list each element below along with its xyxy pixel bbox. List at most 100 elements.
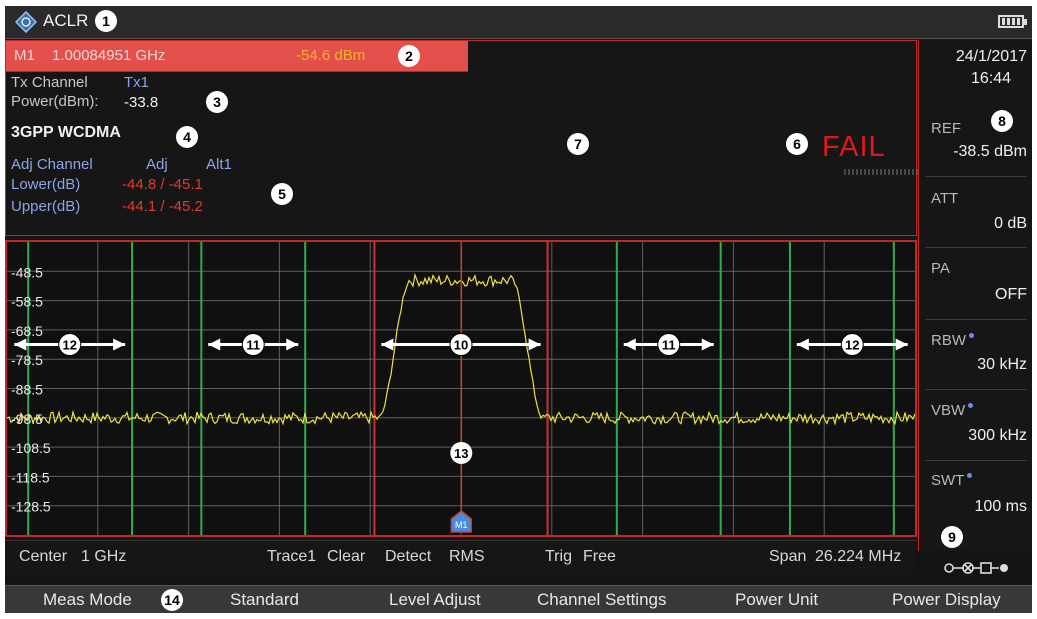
softkey-channel-settings[interactable]: Channel Settings <box>537 590 666 610</box>
callout-14: 14 <box>161 589 183 611</box>
softkey-meas-mode[interactable]: Meas Mode <box>43 590 132 610</box>
spectrum-display[interactable]: M1 -48.5 -58.5 -68.5 -78.5 -88.5 -98.5 -108.5 -1… <box>5 240 917 537</box>
auto-indicator-icon <box>967 473 973 478</box>
y-tick-label: -108.5 <box>11 440 51 456</box>
upper-values: -44.1 / -45.2 <box>122 198 203 215</box>
y-tick-label: -58.5 <box>11 294 43 310</box>
side-divider <box>925 247 1027 248</box>
marker-label: M1 <box>455 520 468 530</box>
arrow-head-right <box>286 338 299 351</box>
callout-3: 3 <box>206 91 228 113</box>
arrow-head-left <box>381 338 394 351</box>
marker-name: M1 <box>14 47 35 64</box>
marker-frequency: 1.00084951 GHz <box>52 47 166 64</box>
softkey-standard[interactable]: Standard <box>230 590 299 610</box>
arrow-head-right <box>528 338 541 351</box>
date: 24/1/2017 <box>955 48 1027 65</box>
callout-number: 11 <box>246 338 260 353</box>
tx-channel-value: Tx1 <box>124 74 150 91</box>
y-tick-label: -98.5 <box>11 411 43 427</box>
app-logo-icon <box>15 11 37 33</box>
callout-number: 10 <box>454 338 468 353</box>
spectrum-plot[interactable]: M1 -48.5 -58.5 -68.5 -78.5 -88.5 -98.5 -108.5 -1… <box>6 242 916 535</box>
trig-value[interactable]: Free <box>583 548 616 566</box>
limit-fail-indicator: FAIL <box>822 131 886 163</box>
time: 16:44 <box>970 70 1011 87</box>
callout-6: 6 <box>786 133 808 155</box>
marker-readout[interactable]: M1 1.00084951 GHz -54.6 dBm 2 <box>6 41 468 72</box>
center-label: Center <box>19 548 68 565</box>
callout-8: 8 <box>991 110 1013 132</box>
span-label: Span <box>769 548 807 565</box>
vbw-label: VBW <box>931 402 966 419</box>
connection-icon <box>944 562 1008 574</box>
y-tick-label: -88.5 <box>11 382 43 398</box>
y-tick-label: -118.5 <box>11 469 50 485</box>
side-divider <box>925 389 1027 390</box>
side-divider <box>925 460 1027 461</box>
arrow-head-left <box>796 338 809 351</box>
arrow-head-right <box>701 338 714 351</box>
app-title: ACLR <box>43 11 89 30</box>
center-value[interactable]: 1 GHz <box>81 548 126 566</box>
rbw-label: RBW <box>931 332 966 349</box>
softkey-level-adjust[interactable]: Level Adjust <box>389 590 481 610</box>
lower-values: -44.8 / -45.1 <box>122 176 203 193</box>
callout-7: 7 <box>567 133 589 155</box>
callout-number: 12 <box>845 338 859 353</box>
arrow-head-left <box>623 338 636 351</box>
callout-4: 4 <box>176 126 198 148</box>
y-tick-label: -128.5 <box>11 499 51 515</box>
swt-value: 100 ms <box>974 498 1027 515</box>
detect-value[interactable]: RMS <box>449 548 485 566</box>
y-tick-label: -68.5 <box>11 323 43 339</box>
arrow-head-left <box>14 338 27 351</box>
pa-value: OFF <box>995 286 1027 303</box>
auto-indicator-icon <box>969 333 974 338</box>
standard-name: 3GPP WCDMA <box>11 124 121 141</box>
ref-label: REF <box>931 120 961 137</box>
y-tick-label: -78.5 <box>11 352 43 368</box>
callout-5: 5 <box>271 183 293 205</box>
trace-mode[interactable]: Clear <box>327 548 365 566</box>
att-label: ATT <box>931 190 959 207</box>
span-value[interactable]: 26.224 MHz <box>815 548 901 566</box>
arrow-head-right <box>895 338 908 351</box>
ref-value: -38.5 dBm <box>953 143 1027 160</box>
trig-label: Trig <box>545 548 572 565</box>
detect-label: Detect <box>385 548 432 565</box>
callout-number: 12 <box>63 338 77 353</box>
lower-label: Lower(dB) <box>11 176 81 193</box>
adj-column-header: Adj <box>146 156 168 173</box>
measurement-info-panel: M1 1.00084951 GHz -54.6 dBm 2 Tx Channel… <box>5 40 994 236</box>
battery-icon <box>998 15 1027 28</box>
vbw-value: 300 kHz <box>968 427 1027 444</box>
callout-9: 9 <box>941 526 963 548</box>
arrow-head-right <box>113 338 126 351</box>
pa-label: PA <box>931 260 950 277</box>
callout-1: 1 <box>95 10 117 32</box>
callout-number: 13 <box>454 446 468 461</box>
softkey-power-display[interactable]: Power Display <box>892 590 1001 610</box>
rbw-value: 30 kHz <box>977 356 1027 373</box>
callout-2: 2 <box>398 45 420 67</box>
upper-label: Upper(dB) <box>11 198 81 215</box>
y-tick-label: -48.5 <box>11 264 43 280</box>
adj-channel-label: Adj Channel <box>11 156 93 173</box>
arrow-head-left <box>208 338 221 351</box>
side-divider <box>925 176 1027 177</box>
settings-side-panel: 24/1/2017 16:44 REF -38.5 dBm 8 ATT 0 dB… <box>918 40 1032 551</box>
callout-number: 11 <box>662 338 676 353</box>
tx-channel-label: Tx Channel <box>11 74 88 91</box>
att-value: 0 dB <box>994 215 1027 232</box>
instrument-screen: ACLR 1 M1 1.00084951 GHz -54.6 dBm 2 Tx … <box>5 6 1032 613</box>
status-bar: Center 1 GHz Trace1 Clear Detect RMS Tri… <box>5 540 917 574</box>
side-divider <box>925 319 1027 320</box>
tx-power-value: -33.8 <box>124 94 159 111</box>
auto-indicator-icon <box>968 403 974 408</box>
softkey-bar: Meas Mode 14 Standard Level Adjust Chann… <box>5 585 1032 613</box>
softkey-power-unit[interactable]: Power Unit <box>735 590 818 610</box>
title-bar: ACLR 1 <box>5 6 1032 39</box>
tx-power-label: Power(dBm): <box>11 93 99 110</box>
marker-level: -54.6 dBm <box>296 47 366 64</box>
